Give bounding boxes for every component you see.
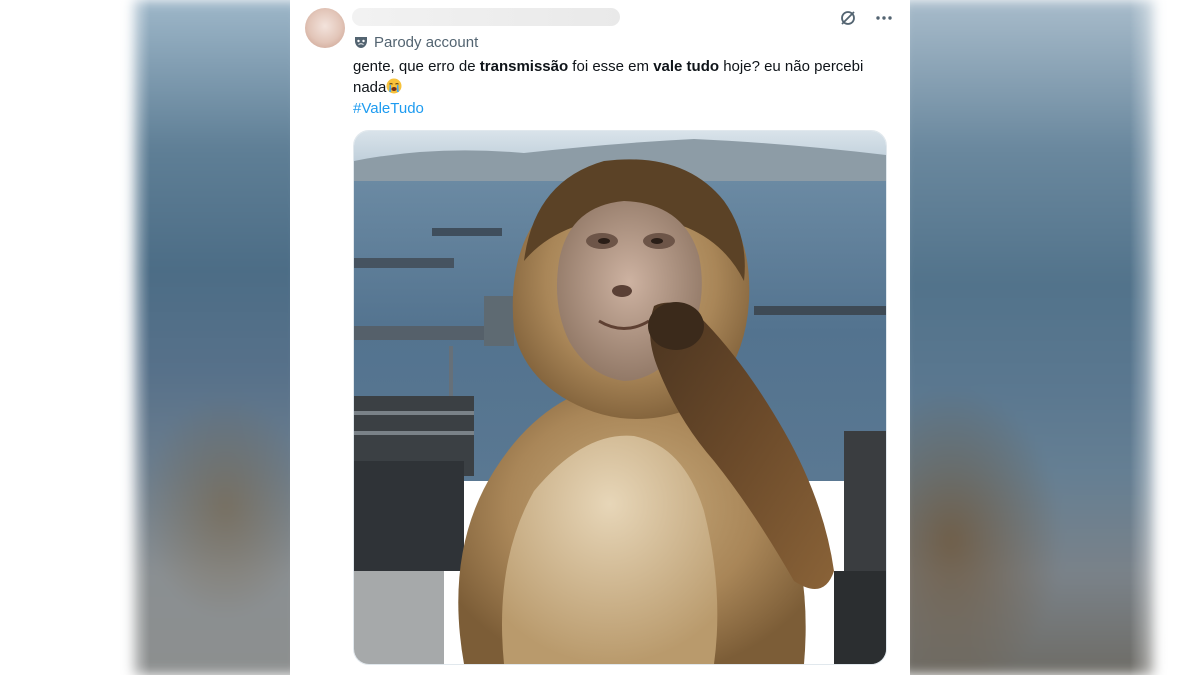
tweet-text-part: foi esse em: [568, 58, 654, 75]
parody-label-text: Parody account: [374, 33, 479, 51]
mask-icon: [355, 37, 367, 48]
hashtag-link[interactable]: #ValeTudo: [353, 98, 898, 119]
grok-icon[interactable]: [838, 8, 858, 28]
background-fade-left: [110, 0, 150, 675]
monkey-photo: [354, 131, 886, 664]
blurred-background-right: [900, 0, 1155, 675]
more-icon[interactable]: [874, 8, 894, 28]
tweet-text-part: gente, que erro de: [353, 58, 480, 75]
tweet-bold-transmissao: transmissão: [479, 58, 569, 75]
background-fade-right: [1130, 0, 1180, 675]
tweet-bold-vale-tudo: vale tudo: [653, 58, 720, 75]
avatar[interactable]: [305, 8, 345, 48]
parody-label: Parody account: [354, 33, 478, 51]
tweet-media-image[interactable]: [353, 130, 887, 665]
loudly-crying-face-icon: [386, 78, 402, 94]
blurred-background-left: [132, 0, 302, 675]
tweet-card: Parody account gente, que erro de transm…: [290, 0, 910, 675]
tweet-text: gente, que erro de transmissão foi esse …: [353, 56, 898, 119]
redacted-username: [352, 8, 620, 26]
